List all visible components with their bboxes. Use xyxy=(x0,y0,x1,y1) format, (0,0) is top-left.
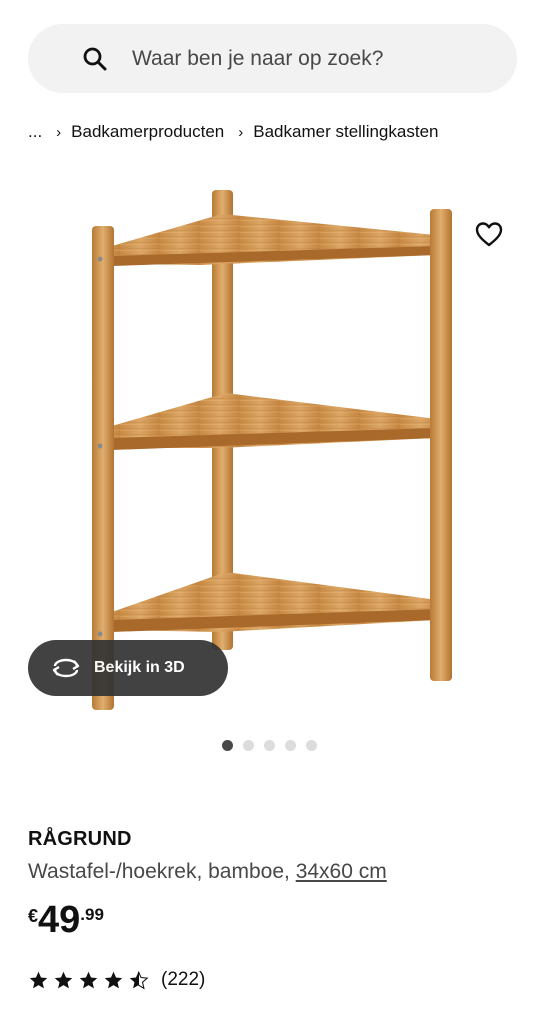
product-rating[interactable]: (222) xyxy=(28,966,205,994)
product-size-link[interactable]: 34x60 cm xyxy=(296,860,387,883)
carousel-dot[interactable] xyxy=(243,740,254,751)
rating-stars xyxy=(28,970,149,991)
carousel-dot[interactable] xyxy=(264,740,275,751)
star-icon xyxy=(104,971,123,988)
product-type: Wastafel-/hoekrek, bamboe, xyxy=(28,860,290,883)
star-icon xyxy=(29,971,48,988)
breadcrumb: ... › Badkamerproducten › Badkamer stell… xyxy=(28,118,438,146)
search-icon xyxy=(83,47,107,71)
search-input[interactable] xyxy=(130,38,494,80)
price-currency: € xyxy=(28,906,39,926)
view-in-3d-button[interactable]: Bekijk in 3D xyxy=(28,640,228,696)
carousel-dot[interactable] xyxy=(222,740,233,751)
breadcrumb-ellipsis[interactable]: ... xyxy=(28,122,42,142)
breadcrumb-item-badkamerproducten[interactable]: Badkamerproducten xyxy=(71,122,224,142)
carousel-dot[interactable] xyxy=(306,740,317,751)
star-icon xyxy=(79,971,98,988)
star-icon xyxy=(54,971,73,988)
chevron-right-icon: › xyxy=(56,123,62,141)
price-decimal: .99 xyxy=(80,905,104,924)
search-bar[interactable] xyxy=(28,24,517,93)
rotate-3d-icon xyxy=(52,658,80,678)
carousel-dot[interactable] xyxy=(285,740,296,751)
price-integer: 49 xyxy=(38,899,81,941)
product-price: € 49 .99 xyxy=(28,900,104,940)
product-description: Wastafel-/hoekrek, bamboe, 34x60 cm xyxy=(28,860,387,884)
heart-icon[interactable] xyxy=(474,220,504,248)
review-count: (222) xyxy=(161,969,206,990)
half-star-icon xyxy=(129,971,149,989)
view-in-3d-label: Bekijk in 3D xyxy=(94,659,185,676)
chevron-right-icon: › xyxy=(238,123,244,141)
breadcrumb-item-stellingkasten[interactable]: Badkamer stellingkasten xyxy=(253,122,438,142)
image-carousel-dots xyxy=(222,740,317,751)
product-name: RÅGRUND xyxy=(28,828,132,850)
